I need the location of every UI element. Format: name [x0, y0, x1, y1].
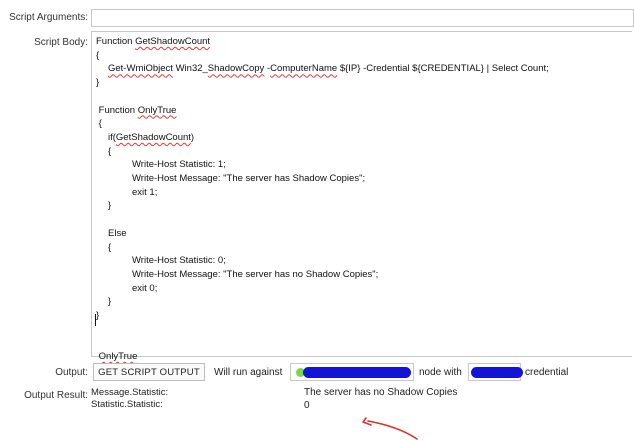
code-token: ${IP} -Credential ${CREDENTIAL} | Select… — [337, 63, 549, 75]
output-label: Output: — [55, 367, 88, 378]
spellcheck-flagged-word: OnlyTrue — [98, 351, 138, 363]
code-token: Write-Host Statistic: 1; — [132, 159, 226, 171]
text-cursor — [95, 314, 96, 326]
code-token: } — [108, 296, 112, 308]
code-line: Function OnlyTrue — [96, 104, 177, 116]
spellcheck-flagged-word: Get-WmiObject — [108, 63, 173, 75]
result-value-statistic: 0 — [304, 400, 310, 411]
code-token: Else — [108, 227, 127, 239]
code-line: Write-Host Message: "The server has Shad… — [132, 173, 365, 184]
code-token: Write-Host Message: "The server has Shad… — [132, 173, 366, 184]
credential-field[interactable] — [468, 363, 523, 381]
will-run-against-text: Will run against — [214, 367, 283, 378]
script-body-label: Script Body: — [34, 37, 88, 48]
code-token: } — [96, 310, 100, 321]
code-line: Write-Host Statistic: 0; — [132, 255, 226, 266]
code-line: if(GetShadowCount) — [108, 132, 194, 143]
code-line: } — [108, 200, 111, 211]
code-token: Write-Host Statistic: 0; — [132, 255, 226, 267]
code-line: Else — [108, 228, 126, 239]
code-line: exit 1; — [132, 187, 157, 198]
redacted-node-name — [303, 367, 411, 378]
code-token: { — [108, 145, 112, 157]
code-token: } — [96, 77, 100, 89]
code-line: exit 0; — [132, 283, 157, 294]
redacted-credential-name — [471, 367, 523, 378]
result-value-message: The server has no Shadow Copies — [304, 387, 458, 398]
node-with-text: node with — [419, 367, 462, 378]
code-line: } — [108, 296, 111, 307]
script-body-editor[interactable]: Function GetShadowCount { Get-WmiObject Wi… — [91, 31, 632, 362]
code-line: Function GetShadowCount — [96, 36, 210, 47]
code-token: { — [96, 49, 100, 61]
credential-text: credential — [525, 367, 569, 378]
code-line: { — [96, 50, 99, 61]
code-token: ) — [190, 131, 195, 143]
result-key-message: Message.Statistic: — [91, 387, 169, 398]
code-line: } — [96, 77, 99, 88]
code-line: Write-Host Statistic: 1; — [132, 159, 226, 170]
spellcheck-flagged-word: ComputerName — [270, 63, 338, 75]
spellcheck-flagged-word: ShadowCopy — [207, 63, 265, 75]
code-line: { — [108, 242, 111, 253]
spellcheck-flagged-word: GetShadowCount — [135, 36, 211, 47]
code-line: { — [108, 146, 111, 157]
code-token: Write-Host Message: "The server has no S… — [132, 268, 379, 280]
code-token: { — [96, 118, 102, 130]
code-token: { — [108, 241, 112, 253]
spellcheck-flagged-word: OnlyTrue — [137, 104, 177, 116]
code-line: Write-Host Message: "The server has no S… — [132, 269, 378, 280]
code-line: Get-WmiObject Win32_ShadowCopy -Computer… — [108, 63, 549, 74]
code-token: exit 0; — [132, 282, 158, 294]
target-node-field[interactable] — [290, 363, 414, 381]
code-token: exit 1; — [132, 186, 158, 198]
code-token: } — [108, 200, 112, 212]
code-line: } — [96, 310, 99, 321]
code-token: if( — [108, 131, 116, 143]
code-line: { — [96, 118, 102, 129]
result-key-statistic: Statistic.Statistic: — [91, 399, 163, 410]
code-line: OnlyTrue — [96, 351, 138, 363]
annotation-arrow-icon — [362, 417, 418, 440]
code-token: Function — [96, 36, 136, 47]
get-script-output-button[interactable]: GET SCRIPT OUTPUT — [93, 363, 205, 381]
code-token: Function — [96, 104, 138, 116]
spellcheck-flagged-word: GetShadowCount — [115, 131, 191, 143]
script-arguments-input[interactable] — [91, 9, 634, 27]
output-result-label: Output Result: — [24, 390, 88, 401]
script-arguments-label: Script Arguments: — [9, 12, 88, 23]
code-token: Win32_ — [172, 63, 208, 75]
